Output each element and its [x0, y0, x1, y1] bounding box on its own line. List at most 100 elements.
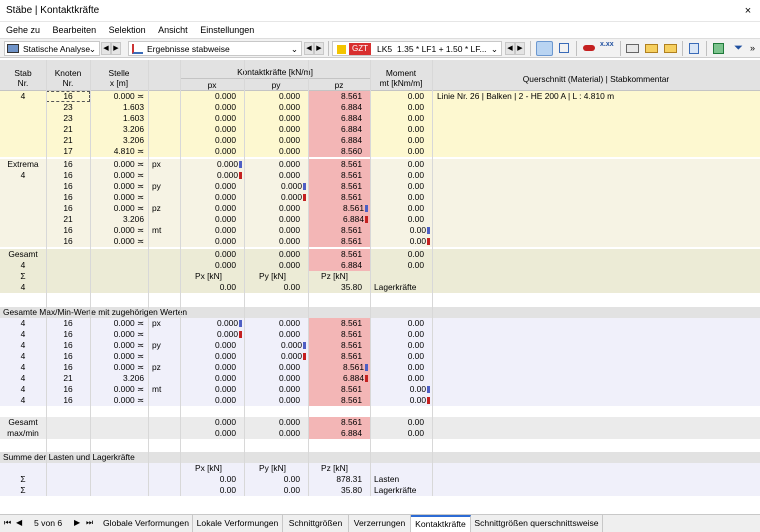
analysis-select[interactable]: Statische Analyse ⌄: [4, 41, 100, 56]
tab-schnittgrößen[interactable]: Schnittgrößen: [283, 515, 349, 532]
loadcase-select[interactable]: GZT LK5 1.35 * LF1 + 1.50 * LF... ⌄: [332, 41, 502, 56]
cell-px: 0.000: [215, 203, 236, 213]
column-settings-icon[interactable]: [686, 41, 703, 56]
close-button[interactable]: ×: [740, 3, 756, 19]
max-min-row[interactable]: 4 16 0.000 ≍ pz 0.000 0.000 8.561 0.00: [0, 362, 760, 373]
column-divider: [148, 60, 149, 496]
tab-globale-verformungen[interactable]: Globale Verformungen: [100, 515, 193, 532]
max-min-row[interactable]: 4 21 3.206 0.000 0.000 6.884 0.00: [0, 373, 760, 384]
table-view-icon[interactable]: [624, 41, 641, 56]
prev-page-button[interactable]: ◀: [16, 518, 22, 527]
max-min-row[interactable]: 4 16 0.000 ≍ 0.000 0.000 8.561 0.00: [0, 329, 760, 340]
summe-header-row[interactable]: Px [kN] Py [kN] Pz [kN]: [0, 463, 760, 474]
member-row[interactable]: 21 3.206 0.000 0.000 6.884 0.00: [0, 124, 760, 135]
first-page-button[interactable]: ⏮: [4, 518, 11, 528]
cell-m: 0.00: [407, 362, 424, 372]
min-marker-icon: [427, 397, 430, 404]
member-row[interactable]: 21 3.206 0.000 0.000 6.884 0.00: [0, 135, 760, 146]
extrema-row[interactable]: 21 3.206 0.000 0.000 6.884 0.00: [0, 214, 760, 225]
cell-m: 0.00: [407, 124, 424, 134]
cell-m: 0.00: [370, 225, 432, 236]
cell-pz: 8.561: [308, 225, 370, 236]
summe-row[interactable]: Σ 0.00 0.00 878.31 Lasten: [0, 474, 760, 485]
max-min-row[interactable]: 4 16 0.000 ≍ 0.000 0.000 8.561 0.00: [0, 395, 760, 406]
cell-py: 0.000: [244, 340, 308, 351]
gesamt-min-row[interactable]: max/min 0.000 0.000 6.884 0.00: [0, 428, 760, 439]
menu-ansicht[interactable]: Ansicht: [158, 22, 188, 38]
cell-knoten: 16: [63, 340, 73, 350]
last-page-button[interactable]: ⏭: [86, 518, 93, 528]
cell-px: 0.000: [215, 260, 236, 270]
cell-px: 0.000: [215, 135, 236, 145]
extrema-row[interactable]: Extrema 16 0.000 ≍ px 0.000 0.000 8.561 0.00: [0, 159, 760, 170]
max-min-row[interactable]: 4 16 0.000 ≍ mt 0.000 0.000 8.561 0.00: [0, 384, 760, 395]
loadcase-prev-button[interactable]: ◀: [505, 42, 515, 55]
print-table-icon[interactable]: [662, 41, 679, 56]
extrema-row[interactable]: 16 0.000 ≍ pz 0.000 0.000 8.561 0.00: [0, 203, 760, 214]
next-page-button[interactable]: ▶: [74, 518, 80, 527]
extrema-row[interactable]: 16 0.000 ≍ 0.000 0.000 8.561 0.00: [0, 236, 760, 247]
tab-kontaktkräfte[interactable]: Kontaktkräfte: [411, 515, 471, 532]
cell-pz: 8.561: [308, 236, 370, 247]
excel-export-icon[interactable]: [710, 41, 727, 56]
tab-lokale-verformungen[interactable]: Lokale Verformungen: [193, 515, 283, 532]
extrema-row[interactable]: 16 0.000 ≍ 0.000 0.000 8.561 0.00: [0, 192, 760, 203]
cell-knoten: 16: [63, 362, 73, 372]
cell-knoten: 16: [63, 225, 73, 235]
loadcase-tag: GZT: [349, 43, 371, 55]
analysis-next-button[interactable]: ▶: [111, 42, 121, 55]
max-min-row[interactable]: 4 16 0.000 ≍ px 0.000 0.000 8.561 0.00: [0, 318, 760, 329]
extrema-row[interactable]: 16 0.000 ≍ py 0.000 0.000 8.561 0.00: [0, 181, 760, 192]
cell-knoten: 16: [63, 236, 73, 246]
max-min-row[interactable]: 4 16 0.000 ≍ py 0.000 0.000 8.561 0.00: [0, 340, 760, 351]
cell-stab: 4: [20, 318, 26, 328]
select-in-model-icon[interactable]: [536, 41, 553, 56]
magnifier-icon[interactable]: [581, 41, 598, 56]
sum-header-row[interactable]: Σ Px [kN] Py [kN] Pz [kN]: [0, 271, 760, 282]
extrema-row[interactable]: 4 16 0.000 ≍ 0.000 0.000 8.561 0.00: [0, 170, 760, 181]
menu-einstellungen[interactable]: Einstellungen: [200, 22, 254, 38]
export-table-icon[interactable]: [643, 41, 660, 56]
cell-py: 0.000: [279, 417, 300, 427]
filter-selection-icon[interactable]: [556, 41, 573, 56]
more-chevron-icon[interactable]: »: [750, 41, 755, 56]
member-row[interactable]: 17 4.810 ≍ 0.000 0.000 8.560 0.00: [0, 146, 760, 157]
gesamt-row[interactable]: 4 0.000 0.000 6.884 0.00: [0, 260, 760, 271]
analysis-prev-button[interactable]: ◀: [101, 42, 111, 55]
cell-py: 0.000: [244, 351, 308, 362]
cell-py: 0.000: [279, 236, 300, 246]
cell-px: Px [kN]: [195, 463, 222, 473]
loadcase-next-button[interactable]: ▶: [515, 42, 525, 55]
cell-lbl: [148, 351, 180, 362]
summe-row[interactable]: Σ 0.00 0.00 35.80 Lagerkräfte: [0, 485, 760, 496]
funnel-filter-icon[interactable]: ⏷: [730, 41, 747, 56]
sum-row[interactable]: 4 0.00 0.00 35.80 Lagerkräfte: [0, 282, 760, 293]
cell-py: Py [kN]: [259, 463, 286, 473]
tab-schnittgrößen-querschnittsweise[interactable]: Schnittgrößen querschnittsweise: [471, 515, 603, 532]
cell-stab: 4: [20, 91, 26, 101]
cell-stab: [0, 135, 46, 146]
results-next-button[interactable]: ▶: [314, 42, 324, 55]
menu-gehe-zu[interactable]: Gehe zu: [6, 22, 40, 38]
max-min-row[interactable]: 4 16 0.000 ≍ 0.000 0.000 8.561 0.00: [0, 351, 760, 362]
extrema-row[interactable]: 16 0.000 ≍ mt 0.000 0.000 8.561 0.00: [0, 225, 760, 236]
gesamt-row[interactable]: Gesamt 0.000 0.000 8.561 0.00: [0, 249, 760, 260]
gesamt-max-row[interactable]: Gesamt 0.000 0.000 8.561 0.00: [0, 417, 760, 428]
cell-pz: 8.561: [308, 329, 370, 340]
cell-pz: 6.884: [308, 373, 370, 384]
cell-stab: 4: [20, 260, 26, 270]
cell-qs: [432, 102, 760, 113]
cell-m: 0.00: [407, 351, 424, 361]
min-marker-icon: [427, 238, 430, 245]
results-select[interactable]: Ergebnisse stabweise ⌄: [128, 41, 302, 56]
member-row[interactable]: 23 1.603 0.000 0.000 6.884 0.00: [0, 113, 760, 124]
menu-selektion[interactable]: Selektion: [109, 22, 146, 38]
member-row[interactable]: 4 16 0.000 ≍ 0.000 0.000 8.561 0.00 Linie Nr. 2…: [0, 91, 760, 102]
tab-verzerrungen[interactable]: Verzerrungen: [349, 515, 411, 532]
cell-x: 0.000 ≍: [113, 351, 144, 361]
results-prev-button[interactable]: ◀: [304, 42, 314, 55]
xxx-values-icon[interactable]: x.xx: [600, 41, 617, 56]
results-table: Stab Nr. Knoten Nr. Stelle x [m] Kontaktkrä…: [0, 60, 760, 512]
menu-bearbeiten[interactable]: Bearbeiten: [53, 22, 97, 38]
member-row[interactable]: 23 1.603 0.000 0.000 6.884 0.00: [0, 102, 760, 113]
